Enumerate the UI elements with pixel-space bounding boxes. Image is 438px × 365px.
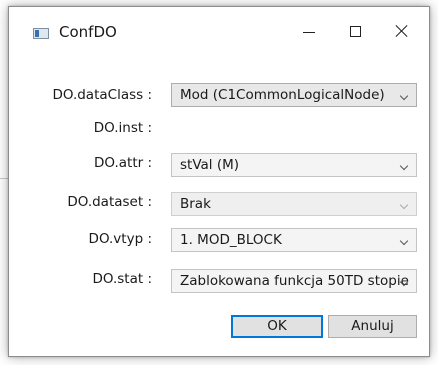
chevron-down-icon — [399, 91, 409, 101]
close-icon — [395, 24, 409, 38]
app-window-icon — [33, 28, 49, 39]
minimize-button[interactable] — [287, 15, 331, 47]
stat-label: DO.stat : — [92, 271, 153, 287]
close-button[interactable] — [380, 15, 424, 47]
cancel-button[interactable]: Anuluj — [328, 315, 417, 338]
stat-value: Zablokowana funkcja 50TD stopie — [180, 273, 409, 289]
vtyp-label: DO.vtyp : — [88, 231, 152, 247]
dataclass-label: DO.dataClass : — [52, 87, 152, 103]
minimize-icon — [303, 31, 315, 33]
dataclass-select[interactable]: Mod (C1CommonLogicalNode) — [171, 83, 417, 107]
maximize-icon — [349, 25, 361, 37]
chevron-down-icon — [399, 236, 409, 246]
chevron-down-icon — [399, 161, 409, 171]
dataclass-value: Mod (C1CommonLogicalNode) — [180, 87, 385, 103]
attr-label: DO.attr : — [93, 155, 152, 171]
inst-label: DO.inst : — [93, 120, 152, 136]
dataset-value: Brak — [180, 196, 211, 212]
title-bar[interactable]: ConfDO — [9, 7, 429, 51]
chevron-down-icon — [399, 200, 409, 210]
maximize-button[interactable] — [333, 15, 377, 47]
attr-select[interactable]: stVal (M) — [171, 153, 417, 177]
confdo-dialog: ConfDO DO.dataClass : Mod (C1CommonLogic… — [8, 6, 430, 357]
attr-value: stVal (M) — [180, 157, 240, 173]
vtyp-select[interactable]: 1. MOD_BLOCK — [171, 228, 417, 252]
window-title: ConfDO — [59, 23, 117, 41]
ok-button[interactable]: OK — [231, 315, 323, 338]
vtyp-value: 1. MOD_BLOCK — [180, 232, 282, 248]
dataset-select: Brak — [171, 192, 417, 216]
stat-select[interactable]: Zablokowana funkcja 50TD stopie — [171, 269, 417, 293]
dataset-label: DO.dataset : — [67, 194, 152, 210]
